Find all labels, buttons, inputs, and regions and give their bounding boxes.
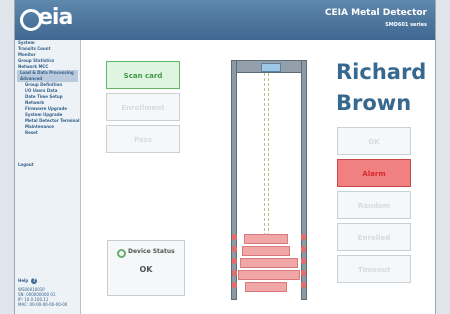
- logout-button[interactable]: Logout: [15, 162, 80, 168]
- sidebar: System Transits Count Monitor Group Statist…: [15, 40, 81, 314]
- help-label: Help: [18, 278, 29, 283]
- alarm-status-button[interactable]: Alarm: [337, 159, 411, 187]
- detection-zone: [245, 282, 287, 292]
- device-status-value: OK: [139, 265, 153, 274]
- sidebar-menu: System Transits Count Monitor Group Statist…: [15, 40, 80, 136]
- help-link[interactable]: Help?: [18, 278, 38, 284]
- timeout-status-button[interactable]: Timeout: [337, 255, 411, 283]
- person-name: Richard Brown: [336, 57, 435, 119]
- gate-light-left: [232, 270, 237, 276]
- random-status-button[interactable]: Random: [337, 191, 411, 219]
- gate-light-right: [301, 282, 306, 288]
- device-status-panel: Device Status OK: [107, 240, 185, 296]
- main-content: Scan card Enrollment Pass Richard Brown …: [81, 40, 435, 314]
- gate-light-right: [301, 234, 306, 240]
- gate-light-right: [301, 246, 306, 252]
- gate-light-right: [301, 270, 306, 276]
- detection-zone: [238, 270, 300, 280]
- app-title: CEIA Metal Detector: [324, 8, 427, 18]
- detection-zone: [242, 246, 290, 256]
- scan-card-button[interactable]: Scan card: [106, 61, 180, 89]
- enrollment-button[interactable]: Enrollment: [106, 93, 180, 121]
- header: eia CEIA Metal Detector SMD601 series: [15, 0, 435, 40]
- detection-zone: [244, 234, 288, 244]
- status-ok-icon: [117, 249, 126, 258]
- sidebar-menu-item[interactable]: Reset: [15, 130, 80, 136]
- enrolled-status-button[interactable]: Enrolled: [337, 223, 411, 251]
- pass-button[interactable]: Pass: [106, 125, 180, 153]
- gate-scan-line: [264, 73, 265, 238]
- gate-light-left: [232, 234, 237, 240]
- device-info: WS0001001P SN: 000000000 01 IP: 10.0.100…: [18, 287, 67, 307]
- gate-right-post: [301, 60, 307, 300]
- first-name: Richard: [336, 60, 427, 84]
- brand-logo: eia: [38, 5, 73, 30]
- app-subtitle: SMD601 series: [385, 22, 427, 28]
- device-status-title: Device Status: [128, 248, 175, 255]
- metal-detector-gate-diagram: [231, 60, 307, 300]
- gate-light-right: [301, 258, 306, 264]
- gate-scan-line: [268, 73, 269, 238]
- gate-top-bar: [231, 60, 307, 73]
- gate-display: [261, 63, 281, 72]
- help-icon: ?: [31, 278, 38, 284]
- gate-light-left: [232, 258, 237, 264]
- device-screen: eia CEIA Metal Detector SMD601 series Sy…: [14, 0, 436, 314]
- device-info-line: MAC: 00-00-00-00-00-00: [18, 302, 68, 307]
- gate-light-left: [232, 246, 237, 252]
- ok-status-button[interactable]: OK: [337, 127, 411, 155]
- last-name: Brown: [336, 91, 412, 115]
- detection-zone: [240, 258, 298, 268]
- gate-light-left: [232, 282, 237, 288]
- gate-left-post: [231, 60, 237, 300]
